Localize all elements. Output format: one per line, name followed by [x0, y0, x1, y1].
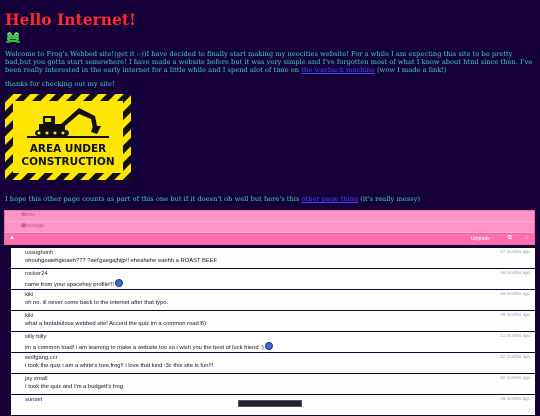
- comment-item: kiki 20 months ago oh no. ill never come b…: [6, 290, 535, 310]
- comment-text: oh no. ill never come back to the intern…: [25, 300, 169, 306]
- external-link-icon[interactable]: ⧉: [508, 235, 512, 242]
- page-content: Hello Internet! Welcome to Frog's Webbed…: [0, 0, 540, 203]
- comment-body: came from your spacehey profile!!!: [11, 278, 535, 289]
- comment-timestamp: 20 months ago: [500, 291, 530, 296]
- other-page-paragraph: I hope this other page counts as part of…: [5, 195, 535, 203]
- other-page-link[interactable]: other page thing: [302, 195, 359, 203]
- comment-text: im a common toad! i am learning to make …: [25, 345, 264, 351]
- comment-body: I took the quiz and I'm a budgett's frog: [11, 383, 535, 394]
- frog-icon: [6, 32, 20, 43]
- message-clear-icon[interactable]: ⊗: [21, 223, 530, 229]
- comment-author[interactable]: wolfgang.ccr: [11, 353, 535, 362]
- comment-body: im a common toad! i am learning to make …: [11, 341, 535, 352]
- comment-author[interactable]: kiki: [11, 290, 535, 299]
- comment-timestamp: 22 months ago: [500, 354, 530, 359]
- comment-author[interactable]: kiki: [11, 311, 535, 320]
- comment-item: kiki 20 months ago what a fantabulous webb…: [6, 311, 535, 331]
- wayback-machine-link[interactable]: the wayback machine: [301, 66, 375, 74]
- emoji-icon: [114, 279, 123, 287]
- comment-timestamp: 21 months ago: [500, 333, 530, 338]
- comments-list: ussughonh 17 months ago ohouhgoaiehgioaeh?…: [4, 248, 535, 415]
- intro-text-2: (wow I made a link!): [376, 66, 447, 74]
- comment-item: wolfgang.ccr 22 months ago i took the quiz…: [6, 353, 535, 373]
- comment-body: ohouhgoaiehgioaeh??? ?aei'gaegajhijp!! e…: [11, 257, 535, 268]
- warning-icon: ▲: [9, 235, 15, 241]
- intro-text-1: Welcome to Frog's Webbed site!(get it :-…: [5, 50, 533, 74]
- comment-text: what a fantabulous webbed site! Accord t…: [25, 321, 207, 327]
- comment-item: jay small 22 months ago I took the quiz an…: [6, 374, 535, 394]
- name-field[interactable]: name ⊗: [5, 211, 534, 222]
- comment-timestamp: 17 months ago: [500, 249, 530, 254]
- upgrade-button[interactable]: Upgrade: [471, 236, 490, 242]
- comment-form: name ⊗ ◉ message ⊗: [4, 210, 535, 234]
- comment-body: i took the quiz i am a white's tree frog…: [11, 362, 535, 373]
- comment-text: ohouhgoaiehgioaeh??? ?aei'gaegajhijp!! e…: [25, 258, 218, 264]
- comment-item: ussughonh 17 months ago ohouhgoaiehgioaeh?…: [6, 248, 535, 268]
- comment-body: oh no. ill never come back to the intern…: [11, 299, 535, 310]
- comment-body: what a fantabulous webbed site! Accord t…: [11, 320, 535, 331]
- comment-author[interactable]: ussughonh: [11, 248, 535, 257]
- name-clear-icon[interactable]: ⊗: [21, 212, 530, 218]
- construction-line-2: CONSTRUCTION: [21, 156, 114, 168]
- comment-toolbar: ▲ Upgrade ⧉ ⌂: [4, 234, 535, 245]
- footer-image: [238, 400, 302, 407]
- comment-item: rocker24 18 months ago came from your spac…: [6, 269, 535, 289]
- comment-timestamp: 18 months ago: [500, 270, 530, 275]
- under-construction-sign: AREA UNDER CONSTRUCTION: [5, 94, 131, 180]
- intro-paragraph: Welcome to Frog's Webbed site!(get it :-…: [5, 50, 535, 74]
- other-text-2: (it's really messy): [360, 195, 421, 203]
- comment-widget: name ⊗ ◉ message ⊗ ▲ Upgrade ⧉ ⌂ ussugho…: [4, 210, 535, 416]
- comment-timestamp: 22 months ago: [500, 375, 530, 380]
- comment-item: silly billy 21 months ago im a common toad…: [6, 332, 535, 352]
- comment-text: i took the quiz i am a white's tree frog…: [25, 363, 214, 369]
- comment-text: came from your spacehey profile!!!: [25, 282, 114, 288]
- emoji-icon: [264, 342, 273, 350]
- construction-line-1: AREA UNDER: [30, 143, 106, 155]
- comment-author[interactable]: rocker24: [11, 269, 535, 278]
- comment-author[interactable]: silly billy: [11, 332, 535, 341]
- comment-timestamp: 20 months ago: [500, 312, 530, 317]
- page-title: Hello Internet!: [5, 10, 136, 29]
- other-text-1: I hope this other page counts as part of…: [5, 195, 300, 203]
- thanks-text: thanks for checking out my site!: [5, 80, 115, 88]
- comment-author[interactable]: jay small: [11, 374, 535, 383]
- lock-icon[interactable]: ⌂: [524, 235, 528, 241]
- comment-text: I took the quiz and I'm a budgett's frog: [25, 384, 123, 390]
- comment-timestamp: 26 months ago: [500, 396, 530, 401]
- message-field[interactable]: ◉ message ⊗: [5, 222, 534, 233]
